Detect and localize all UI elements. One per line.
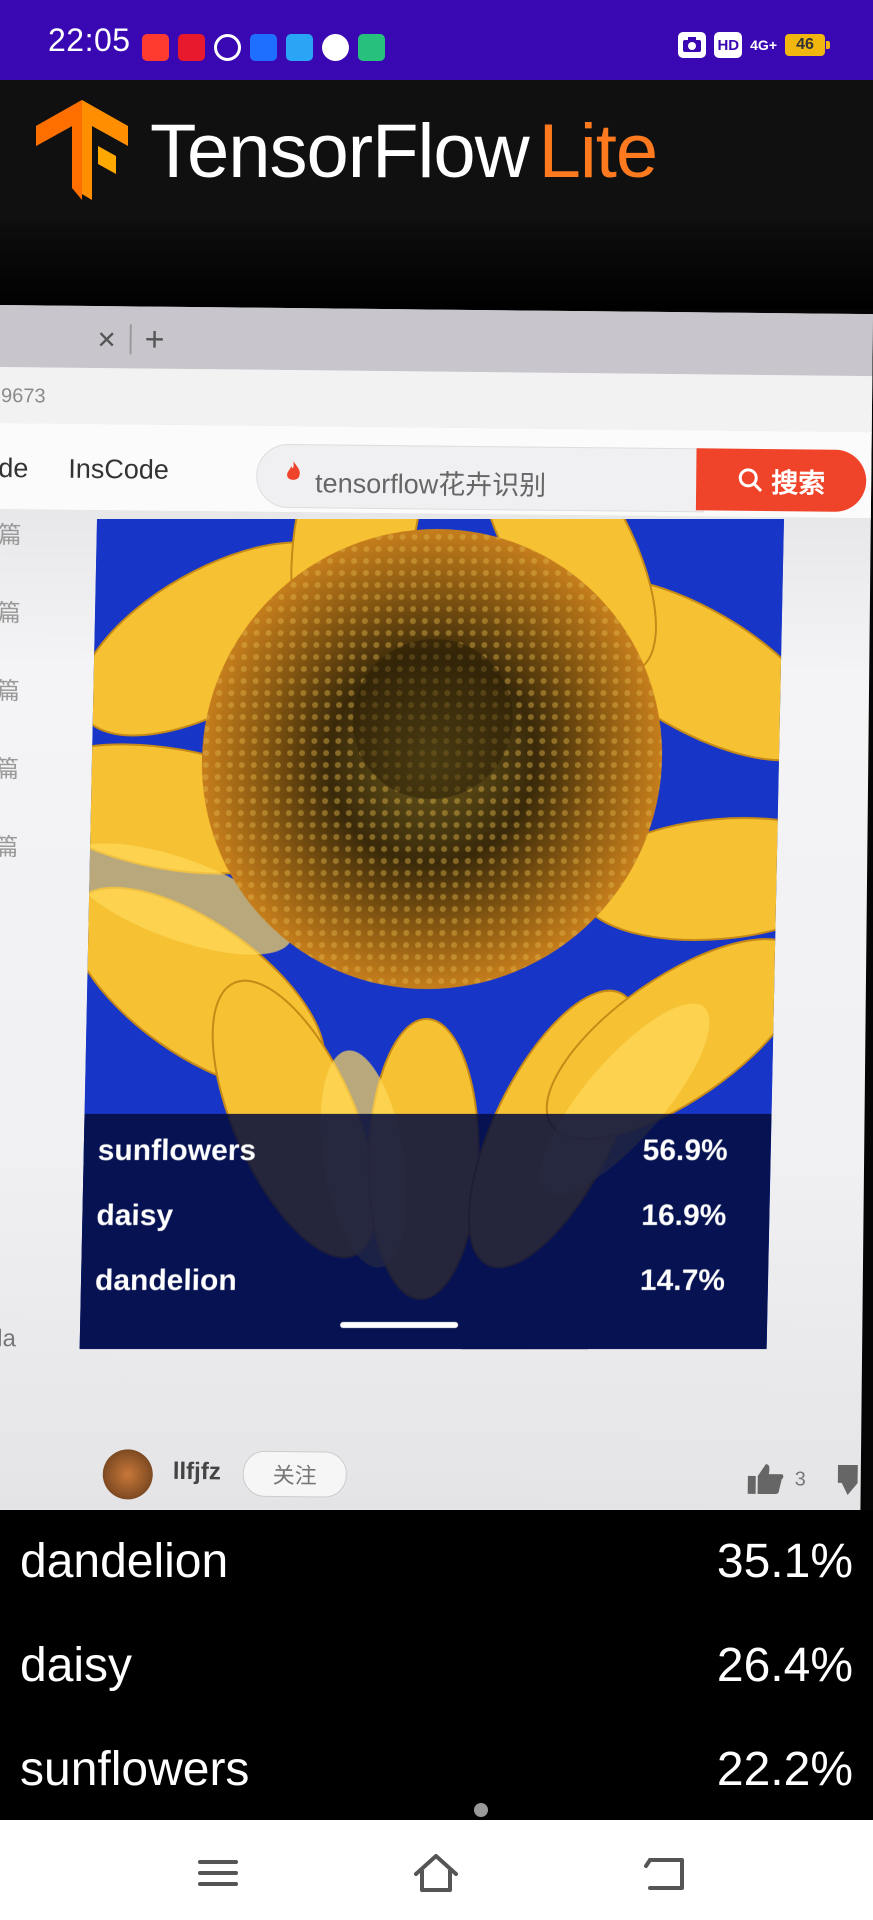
search-button-label: 搜索 <box>771 467 826 499</box>
notes-app-icon <box>358 34 385 61</box>
author-row: llfjfz 关注 3 <box>97 1441 858 1510</box>
browser-tab-strip: ✕ + <box>0 305 873 377</box>
system-icons: HD 4G+ 46 <box>678 32 830 58</box>
sidebar-char: 篇 <box>0 521 22 550</box>
inner-result-value: 56.9% <box>642 1134 729 1167</box>
navigation-bar <box>0 1820 873 1920</box>
sunflower-photo: sunflowers 56.9% daisy 16.9% dandelion 1… <box>79 519 785 1349</box>
search-button: 搜索 <box>695 448 867 513</box>
thumbs-down-icon <box>837 1464 858 1495</box>
app-title: TensorFlow Lite <box>150 108 659 195</box>
like-count: 3 <box>794 1468 806 1491</box>
inner-result-label: daisy <box>96 1199 174 1232</box>
signal-icon: 4G+ <box>750 36 777 53</box>
url-text: 9673 <box>0 385 46 408</box>
status-time: 22:05 <box>48 22 131 58</box>
result-value: 35.1% <box>716 1535 853 1588</box>
brand-accent: Lite <box>538 109 659 194</box>
tab-divider <box>129 324 132 355</box>
tensorflow-logo-icon <box>36 100 128 200</box>
fire-icon <box>287 461 300 480</box>
site-header: de InsCode tensorflow花卉识别 搜索 <box>0 422 872 520</box>
result-row: daisy 26.4% <box>20 1614 853 1718</box>
results-panel: dandelion 35.1% daisy 26.4% sunflowers 2… <box>0 1510 873 1820</box>
close-icon: ✕ <box>96 327 117 355</box>
author-name: llfjfz <box>172 1457 221 1486</box>
compass-app-icon <box>322 34 349 61</box>
laptop-bezel <box>0 220 873 310</box>
hd-icon: HD <box>714 32 743 58</box>
result-value: 26.4% <box>716 1639 853 1692</box>
sidebar-char: 篇 <box>0 755 20 784</box>
thumbs-up-icon <box>747 1464 784 1495</box>
brand-main: TensorFlow <box>150 109 530 194</box>
inner-result-label: dandelion <box>94 1264 238 1297</box>
inner-result-label: sunflowers <box>97 1134 257 1167</box>
status-bar: 22:05 HD 4G+ 46 <box>0 0 873 80</box>
browser-url-bar: 9673 <box>0 366 873 434</box>
cat-app-icon <box>214 34 241 61</box>
inner-handle <box>340 1322 459 1328</box>
inner-result-value: 16.9% <box>640 1199 727 1232</box>
battery-icon: 46 <box>785 34 830 56</box>
gift-app-icon <box>178 34 205 61</box>
sidebar-char: 篇 <box>0 833 19 862</box>
notification-icons <box>142 34 385 61</box>
search-query: tensorflow花卉识别 <box>314 468 547 501</box>
result-label: sunflowers <box>20 1743 250 1796</box>
result-row: sunflowers 22.2% <box>20 1718 853 1822</box>
camera-icon <box>678 32 707 58</box>
nav-code: de <box>0 452 29 484</box>
inner-results-panel: sunflowers 56.9% daisy 16.9% dandelion 1… <box>79 1114 772 1349</box>
search-box: tensorflow花卉识别 <box>255 443 705 513</box>
search-app-icon <box>286 34 313 61</box>
follow-button: 关注 <box>242 1450 348 1498</box>
app-bar: TensorFlow Lite <box>0 80 873 220</box>
zhihu-app-icon <box>250 34 277 61</box>
plus-icon: + <box>144 320 165 359</box>
inner-result-value: 14.7% <box>639 1264 726 1297</box>
avatar <box>102 1449 154 1500</box>
result-label: dandelion <box>20 1535 229 1588</box>
scroll-indicator <box>474 1803 488 1817</box>
sidebar-char: 篇 <box>0 599 21 628</box>
search-icon <box>738 468 763 493</box>
left-text: da <box>0 1324 17 1353</box>
result-value: 22.2% <box>716 1743 853 1796</box>
menu-icon[interactable] <box>188 1848 248 1898</box>
result-label: daisy <box>20 1639 133 1692</box>
sidebar-char: 篇 <box>0 677 21 706</box>
camera-preview: ✕ + 9673 de InsCode tensorflow花卉识别 搜索 篇 … <box>0 220 873 1510</box>
result-row: dandelion 35.1% <box>20 1510 853 1614</box>
sidebar-list: 篇 篇 篇 篇 篇 <box>0 515 38 905</box>
home-icon[interactable] <box>406 1848 466 1898</box>
taobao-app-icon <box>142 34 169 61</box>
nav-inscode: InsCode <box>68 453 170 485</box>
back-icon[interactable] <box>636 1848 696 1898</box>
